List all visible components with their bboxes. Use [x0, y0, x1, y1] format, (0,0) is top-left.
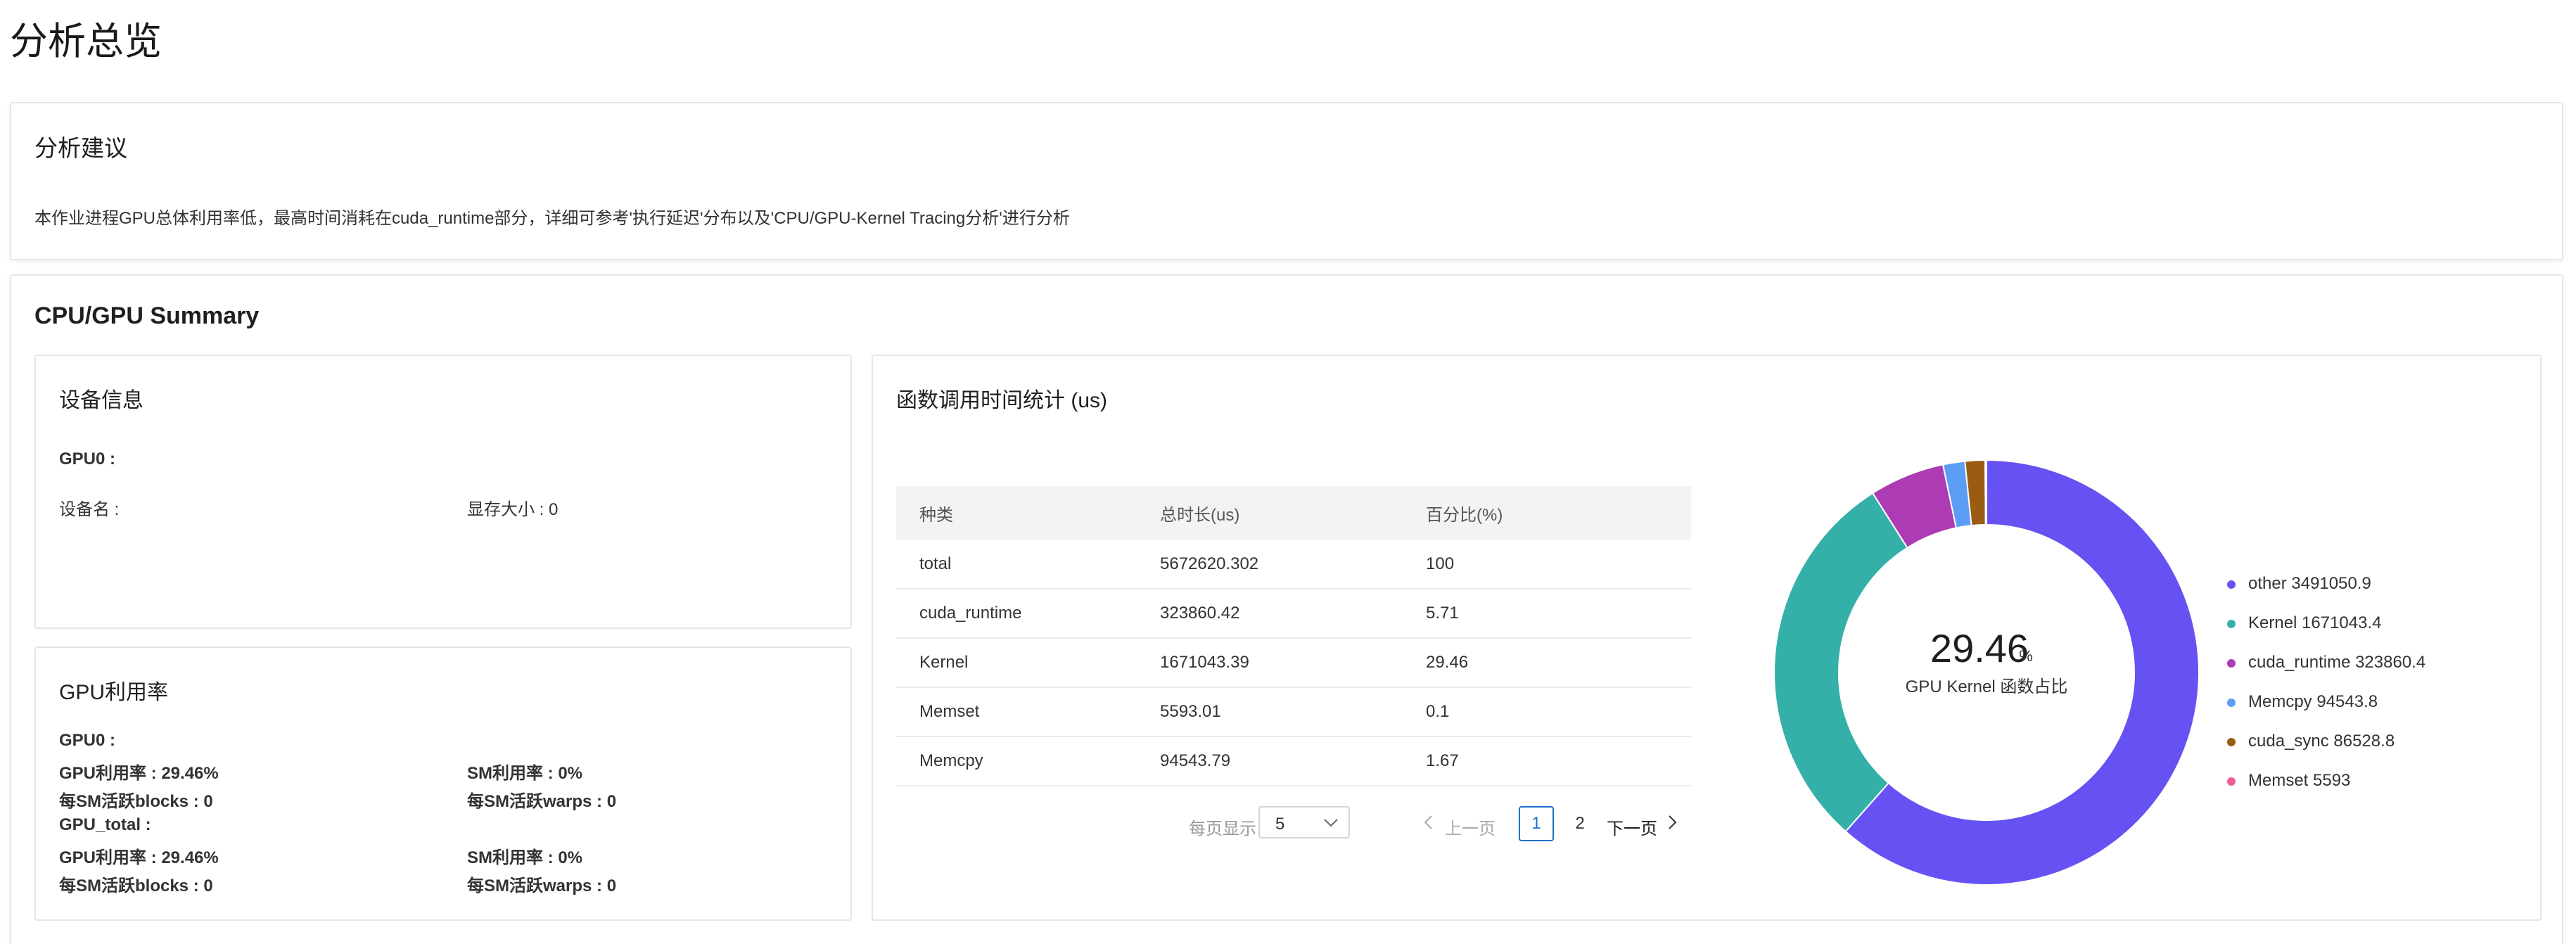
- page-size-label: 每页显示: [1189, 819, 1256, 838]
- device-info-title: 设备信息: [59, 389, 144, 412]
- gpu-total-label: GPU_total :: [59, 815, 151, 834]
- gpu-utilization-card: GPU利用率 GPU0 : GPU利用率 : 29.46% SM利用率 : 0%…: [34, 646, 852, 921]
- table-header-cell: 总时长(us): [1137, 486, 1403, 540]
- legend-label: cuda_sync 86528.8: [2248, 732, 2395, 751]
- device-info-card: 设备信息 GPU0 : 设备名 : 显存大小 : 0: [34, 355, 852, 629]
- table-header-cell: 种类: [896, 486, 1137, 540]
- table-cell: Memcpy: [896, 736, 1137, 786]
- table-cell: 323860.42: [1137, 589, 1403, 639]
- table-row: Memset 5593.01 0.1: [896, 687, 1691, 737]
- page-2-button[interactable]: 2: [1562, 806, 1598, 841]
- donut-center-value: 29.46: [1930, 626, 2029, 670]
- summary-card: CPU/GPU Summary 设备信息 GPU0 : 设备名 : 显存大小 :…: [10, 274, 2563, 944]
- gpu0-gpu-util: GPU利用率 : 29.46%: [59, 764, 219, 783]
- legend-label: other 3491050.9: [2248, 574, 2371, 593]
- legend-label: Kernel 1671043.4: [2248, 613, 2382, 632]
- legend-label: Memset 5593: [2248, 771, 2351, 790]
- donut-center-label: GPU Kernel 函数占比: [1906, 677, 2068, 696]
- gpu-total-sm-blocks: 每SM活跃blocks : 0: [59, 876, 213, 895]
- page-size-select[interactable]: 5: [1258, 806, 1350, 838]
- gpu-utilization-title: GPU利用率: [59, 681, 169, 704]
- table-cell: total: [896, 540, 1137, 589]
- table-cell: 5.71: [1403, 589, 1691, 639]
- table-cell: 100: [1403, 540, 1691, 589]
- chevron-right-icon[interactable]: [1665, 812, 1679, 832]
- next-page-button[interactable]: 下一页: [1607, 815, 1657, 839]
- table-header-cell: 百分比(%): [1403, 486, 1691, 540]
- table-cell: 1671043.39: [1137, 638, 1403, 688]
- page-1-button[interactable]: 1: [1519, 806, 1554, 841]
- legend-label: cuda_runtime 323860.4: [2248, 653, 2426, 672]
- function-stats-card: 函数调用时间统计 (us) 种类 总时长(us) 百分比(%) total 56…: [872, 355, 2542, 921]
- device-name-label: 设备名 :: [59, 500, 120, 519]
- table-row: cuda_runtime 323860.42 5.71: [896, 589, 1691, 639]
- gpu-total-sm-util: SM利用率 : 0%: [467, 848, 583, 867]
- table-cell: 5672620.302: [1137, 540, 1403, 589]
- table-row: Memcpy 94543.79 1.67: [896, 736, 1691, 786]
- table-cell: Memset: [896, 687, 1137, 737]
- prev-page-button[interactable]: 上一页: [1445, 815, 1496, 839]
- donut-center-unit: %: [2019, 647, 2033, 665]
- function-stats-table: 种类 总时长(us) 百分比(%) total 5672620.302 100 …: [896, 486, 1691, 786]
- table-header-row: 种类 总时长(us) 百分比(%): [896, 486, 1691, 540]
- table-cell: Kernel: [896, 638, 1137, 688]
- gpu-total-sm-warps: 每SM活跃warps : 0: [467, 876, 617, 895]
- advice-card: 分析建议 本作业进程GPU总体利用率低，最高时间消耗在cuda_runtime部…: [10, 102, 2563, 260]
- donut-slice-memset[interactable]: [1984, 459, 1987, 526]
- legend-dot-icon: [2227, 699, 2236, 707]
- advice-title: 分析建议: [34, 135, 127, 161]
- table-cell: 1.67: [1403, 736, 1691, 786]
- legend-dot-icon: [2227, 659, 2236, 668]
- table-cell: 0.1: [1403, 687, 1691, 737]
- table-row: Kernel 1671043.39 29.46: [896, 638, 1691, 688]
- legend-dot-icon: [2227, 580, 2236, 589]
- chevron-down-icon: [1324, 819, 1338, 827]
- gpu0-label: GPU0 :: [59, 731, 116, 750]
- table-cell: 94543.79: [1137, 736, 1403, 786]
- page-size-value: 5: [1275, 815, 1285, 834]
- legend-label: Memcpy 94543.8: [2248, 692, 2378, 711]
- table-row: total 5672620.302 100: [896, 540, 1691, 589]
- table-cell: 29.46: [1403, 638, 1691, 688]
- page-title: 分析总览: [10, 20, 162, 63]
- table-cell: cuda_runtime: [896, 589, 1137, 639]
- gpu0-sm-warps: 每SM活跃warps : 0: [467, 792, 617, 811]
- table-cell: 5593.01: [1137, 687, 1403, 737]
- advice-text: 本作业进程GPU总体利用率低，最高时间消耗在cuda_runtime部分，详细可…: [34, 209, 1070, 228]
- gpu-kernel-donut-chart: 29.46 % GPU Kernel 函数占比: [1773, 459, 2200, 886]
- legend-dot-icon: [2227, 777, 2236, 786]
- gpu0-sm-util: SM利用率 : 0%: [467, 764, 583, 783]
- pagination: 每页显示 5 上一页 1 2 下一页: [873, 806, 1717, 841]
- device-gpu-label: GPU0 :: [59, 449, 116, 468]
- function-stats-title: 函数调用时间统计 (us): [896, 389, 1107, 412]
- gpu0-sm-blocks: 每SM活跃blocks : 0: [59, 792, 213, 811]
- legend-dot-icon: [2227, 738, 2236, 746]
- device-memory-label: 显存大小 : 0: [467, 500, 559, 519]
- summary-title: CPU/GPU Summary: [34, 302, 260, 329]
- donut-slice-kernel[interactable]: [1773, 492, 1908, 833]
- gpu-total-gpu-util: GPU利用率 : 29.46%: [59, 848, 219, 867]
- legend-dot-icon: [2227, 620, 2236, 628]
- chevron-left-icon[interactable]: [1422, 812, 1436, 832]
